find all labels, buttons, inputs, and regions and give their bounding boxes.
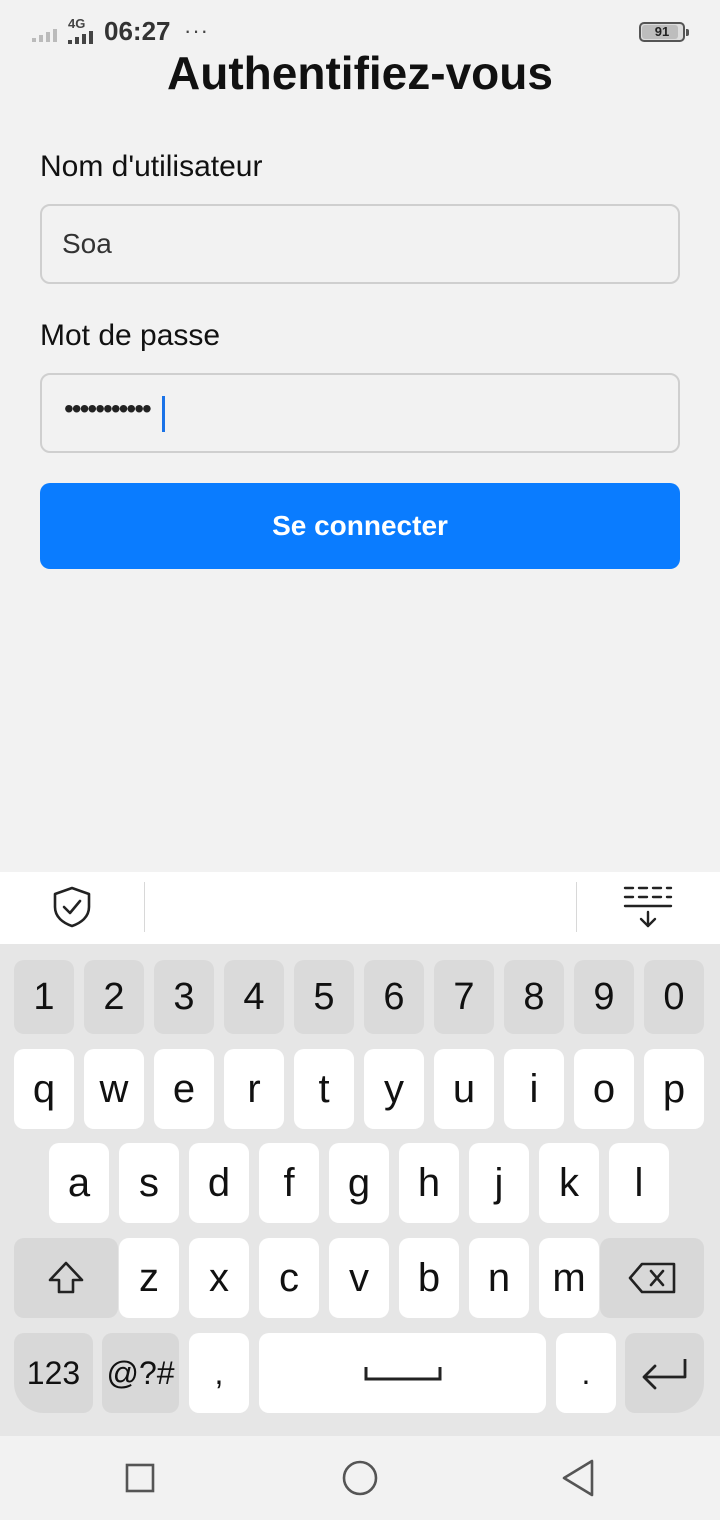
password-field[interactable]: ••••••••••• [40,373,680,453]
soft-keyboard: 1234567890 qwertyuiop asdfghjkl zxcvbnm … [0,944,720,1436]
key-9[interactable]: 9 [574,960,634,1034]
shield-check-icon[interactable] [52,886,92,933]
key-k[interactable]: k [539,1143,599,1223]
key-r[interactable]: r [224,1049,284,1129]
square-icon [125,1463,155,1493]
key-s[interactable]: s [119,1143,179,1223]
numbers-key[interactable]: 123 [14,1333,93,1413]
key-n[interactable]: n [469,1238,529,1318]
recent-apps-button[interactable] [118,1456,162,1500]
key-m[interactable]: m [539,1238,599,1318]
key-u[interactable]: u [434,1049,494,1129]
key-a[interactable]: a [49,1143,109,1223]
key-v[interactable]: v [329,1238,389,1318]
login-button[interactable]: Se connecter [40,483,680,569]
backspace-icon [628,1262,676,1294]
battery-icon: 91 [639,22,689,42]
home-button[interactable] [338,1456,382,1500]
key-2[interactable]: 2 [84,960,144,1034]
key-l[interactable]: l [609,1143,669,1223]
key-g[interactable]: g [329,1143,389,1223]
key-0[interactable]: 0 [644,960,704,1034]
shift-icon [48,1261,84,1294]
password-label: Mot de passe [40,319,221,352]
key-5[interactable]: 5 [294,960,354,1034]
key-z[interactable]: z [119,1238,179,1318]
key-q[interactable]: q [14,1049,74,1129]
key-e[interactable]: e [154,1049,214,1129]
password-masked-value: ••••••••••• [64,393,152,424]
key-y[interactable]: y [364,1049,424,1129]
status-time: 06:27 [104,16,171,46]
signal-strength-icon [68,30,93,44]
shift-key[interactable] [14,1238,118,1318]
text-cursor [162,396,165,432]
backspace-key[interactable] [600,1238,704,1318]
enter-icon [642,1359,686,1390]
username-field[interactable]: Soa [40,204,680,284]
hide-keyboard-icon[interactable] [622,884,674,935]
key-1[interactable]: 1 [14,960,74,1034]
keyboard-toolbar [0,872,720,944]
key-h[interactable]: h [399,1143,459,1223]
key-f[interactable]: f [259,1143,319,1223]
username-value: Soa [62,228,112,259]
circle-icon [342,1460,378,1496]
key-c[interactable]: c [259,1238,319,1318]
key-4[interactable]: 4 [224,960,284,1034]
page-title: Authentifiez-vous [167,47,553,99]
battery-percentage: 91 [654,24,670,39]
network-type: 4G [68,16,86,31]
signal-strength-icon [32,28,57,42]
comma-key[interactable]: , [189,1333,249,1413]
space-key[interactable] [259,1333,546,1413]
space-icon [364,1367,441,1381]
key-p[interactable]: p [644,1049,704,1129]
key-3[interactable]: 3 [154,960,214,1034]
key-d[interactable]: d [189,1143,249,1223]
key-b[interactable]: b [399,1238,459,1318]
enter-key[interactable] [625,1333,704,1413]
key-w[interactable]: w [84,1049,144,1129]
toolbar-divider [576,882,577,932]
key-o[interactable]: o [574,1049,634,1129]
navigation-bar [0,1436,720,1520]
key-t[interactable]: t [294,1049,354,1129]
more-notifications-icon: ··· [184,18,209,43]
key-8[interactable]: 8 [504,960,564,1034]
back-button[interactable] [556,1456,600,1500]
toolbar-divider [144,882,145,932]
symbols-key[interactable]: @?# [102,1333,179,1413]
key-i[interactable]: i [504,1049,564,1129]
key-x[interactable]: x [189,1238,249,1318]
period-key[interactable]: . [556,1333,616,1413]
key-j[interactable]: j [469,1143,529,1223]
username-label: Nom d'utilisateur [40,150,263,183]
triangle-back-icon [562,1459,594,1497]
key-6[interactable]: 6 [364,960,424,1034]
key-7[interactable]: 7 [434,960,494,1034]
